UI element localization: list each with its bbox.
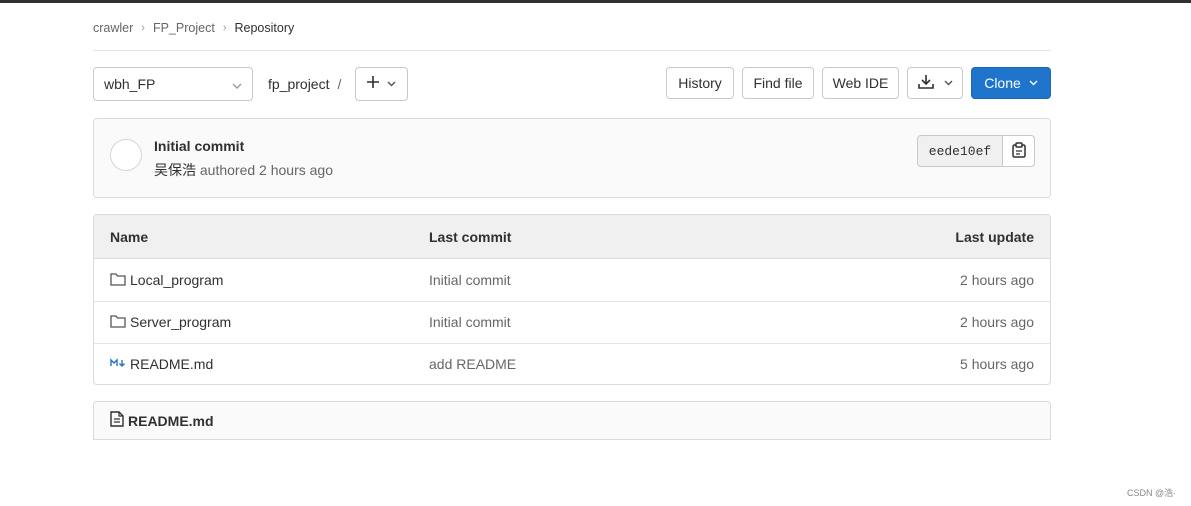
file-name[interactable]: README.md [130,356,213,372]
breadcrumb: crawler › FP_Project › Repository [93,20,294,36]
file-name[interactable]: Local_program [130,272,223,288]
copy-sha-button[interactable] [1003,135,1035,167]
table-row[interactable]: Server_program Initial commit 2 hours ag… [94,301,1050,344]
commit-time: authored 2 hours ago [196,162,333,178]
commit-message-cell[interactable]: add README [429,343,516,384]
table-header: Name Last commit Last update [94,215,1050,259]
readme-title-group: README.md [110,402,214,439]
breadcrumb-crawler[interactable]: crawler [93,21,133,35]
updated-cell: 5 hours ago [960,356,1034,372]
table-row[interactable]: README.md add README 5 hours ago [94,343,1050,384]
readme-header: README.md [93,401,1051,440]
readme-title[interactable]: README.md [128,413,214,429]
file-name-cell[interactable]: Server_program [110,301,231,343]
header-name: Name [110,228,149,245]
branch-name: wbh_FP [104,76,156,92]
history-button[interactable]: History [666,67,734,99]
commit-sha-group: eede10ef [917,135,1035,167]
breadcrumb-fp-project[interactable]: FP_Project [153,21,215,35]
repo-path: fp_project / [268,76,341,92]
header-last-commit: Last commit [429,228,512,245]
folder-icon [110,314,126,331]
plus-icon [367,75,379,93]
divider [93,50,1051,51]
commit-message-cell[interactable]: Initial commit [429,259,511,301]
commit-meta: 吴保浩 authored 2 hours ago [154,160,333,180]
last-commit-panel: Initial commit 吴保浩 authored 2 hours ago … [93,118,1051,198]
copy-icon [1011,141,1026,161]
file-name[interactable]: Server_program [130,314,231,330]
file-tree-table: Name Last commit Last update Local_progr… [93,214,1051,385]
updated-cell: 2 hours ago [960,314,1034,330]
path-link[interactable]: fp_project [268,76,329,92]
chevron-right-icon: › [141,22,145,34]
breadcrumb-repository[interactable]: Repository [234,21,294,35]
chevron-right-icon: › [222,22,227,34]
chevron-down-icon [1029,77,1038,89]
file-doc-icon [110,411,124,430]
header-last-update: Last update [955,228,1034,245]
chevron-down-icon [387,78,396,90]
download-button[interactable] [907,67,963,99]
commit-sha[interactable]: eede10ef [917,135,1003,167]
markdown-icon [110,357,126,371]
file-name-cell[interactable]: README.md [110,343,213,384]
branch-switcher[interactable]: wbh_FP [93,67,253,101]
updated-cell: 2 hours ago [960,272,1034,288]
file-name-cell[interactable]: Local_program [110,259,223,301]
download-icon [917,74,934,92]
add-dropdown-button[interactable] [355,67,408,101]
table-row[interactable]: Local_program Initial commit 2 hours ago [94,259,1050,302]
clone-button[interactable]: Clone [971,67,1051,99]
commit-author[interactable]: 吴保浩 [154,162,196,178]
watermark: CSDN @浩· [1127,488,1177,498]
clone-label: Clone [984,75,1021,91]
top-bar [0,0,1191,3]
commit-title[interactable]: Initial commit [154,138,244,154]
commit-message-cell[interactable]: Initial commit [429,301,511,343]
avatar[interactable] [110,139,142,171]
chevron-down-icon [232,76,242,92]
find-file-button[interactable]: Find file [742,67,814,99]
folder-icon [110,272,126,289]
chevron-down-icon [944,77,953,89]
path-separator: / [337,76,342,92]
web-ide-button[interactable]: Web IDE [822,67,899,99]
